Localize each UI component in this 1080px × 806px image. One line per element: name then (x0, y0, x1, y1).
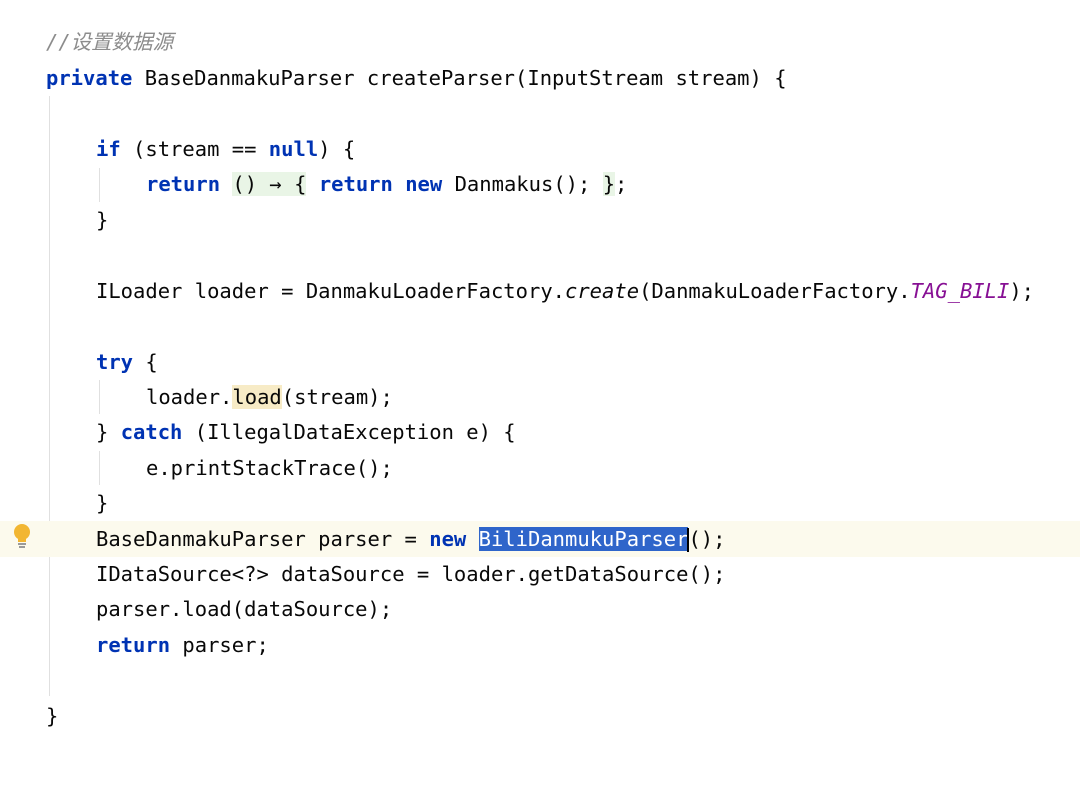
if-statement: if (stream == null) { (96, 131, 355, 167)
constant-tag-bili: TAG_BILI (910, 279, 1010, 303)
code-line-iloader[interactable]: ILoader loader = DanmakuLoaderFactory.cr… (0, 273, 1080, 309)
keyword-if: if (96, 137, 121, 161)
closing-brace: } (46, 704, 59, 728)
keyword-try: try (96, 350, 134, 374)
keyword-new: new (405, 172, 443, 196)
parser-decl-end: (); (688, 527, 726, 551)
code-line-datasource[interactable]: IDataSource<?> dataSource = loader.getDa… (0, 556, 1080, 592)
lambda-folded-arrow[interactable]: () → { (232, 172, 307, 196)
code-line-signature[interactable]: private BaseDanmakuParser createParser(I… (0, 60, 1080, 96)
static-method-create: create (565, 279, 640, 303)
iloader-start: ILoader loader = DanmakuLoaderFactory. (96, 279, 565, 303)
keyword-return: return (318, 172, 393, 196)
parser-decl-start: BaseDanmakuParser parser = (96, 527, 430, 551)
code-line-parser-load[interactable]: parser.load(dataSource); (0, 591, 1080, 627)
lambda-folded-close[interactable]: } (602, 172, 616, 196)
code-editor[interactable]: //设置数据源 private BaseDanmakuParser create… (0, 0, 1080, 740)
catch-statement: } catch (IllegalDataException e) { (96, 414, 516, 450)
comment-text: //设置数据源 (46, 30, 174, 54)
keyword-null: null (268, 137, 319, 161)
try-brace: { (133, 350, 158, 374)
loader-load-statement: loader.load(stream); (146, 379, 393, 415)
code-line-print-stack[interactable]: e.printStackTrace(); (0, 450, 1080, 486)
parser-decl-statement: BaseDanmakuParser parser = new BiliDanmu… (96, 521, 725, 557)
load-args: (stream); (281, 385, 393, 409)
code-line-comment[interactable]: //设置数据源 (0, 24, 1080, 60)
code-line-return-lambda[interactable]: return () → { return new Danmakus(); }; (0, 166, 1080, 202)
print-stack-statement: e.printStackTrace(); (146, 456, 393, 480)
parser-load-statement: parser.load(dataSource); (96, 597, 393, 621)
if-condition-end: ) { (318, 137, 356, 161)
method-load-highlighted: load (232, 385, 282, 409)
code-line-parser-decl[interactable]: BaseDanmakuParser parser = new BiliDanmu… (0, 521, 1080, 557)
keyword-catch: catch (120, 420, 183, 444)
closing-brace: } (96, 208, 109, 232)
code-line-try-close[interactable]: } (0, 485, 1080, 521)
if-condition-start: (stream == (120, 137, 269, 161)
iloader-end: ); (1009, 279, 1035, 303)
code-line-if-close[interactable]: } (0, 202, 1080, 238)
catch-brace: } (96, 420, 121, 444)
try-statement: try { (96, 344, 158, 380)
return-lambda-statement: return () → { return new Danmakus(); }; (146, 166, 627, 202)
catch-params: (IllegalDataException e) { (182, 420, 516, 444)
code-line-return-parser[interactable]: return parser; (0, 627, 1080, 663)
keyword-private: private (46, 66, 133, 90)
semicolon: ; (615, 172, 628, 196)
keyword-return: return (146, 172, 221, 196)
selected-class-name[interactable]: BiliDanmukuParser (478, 527, 689, 551)
closing-brace: } (96, 491, 109, 515)
code-line-loader-load[interactable]: loader.load(stream); (0, 379, 1080, 415)
code-line-try[interactable]: try { (0, 344, 1080, 380)
code-line-if[interactable]: if (stream == null) { (0, 131, 1080, 167)
method-signature: private BaseDanmakuParser createParser(I… (46, 60, 787, 96)
keyword-return: return (96, 633, 171, 657)
lightbulb-icon[interactable] (10, 522, 34, 550)
signature-text: BaseDanmakuParser createParser(InputStre… (132, 66, 787, 90)
code-line-catch[interactable]: } catch (IllegalDataException e) { (0, 414, 1080, 450)
code-line-method-close[interactable]: } (0, 698, 1080, 734)
keyword-new: new (429, 527, 467, 551)
return-statement: return parser; (96, 627, 269, 663)
datasource-statement: IDataSource<?> dataSource = loader.getDa… (96, 562, 726, 586)
iloader-statement: ILoader loader = DanmakuLoaderFactory.cr… (96, 273, 1034, 309)
return-value: parser; (170, 633, 269, 657)
loader-ref: loader. (146, 385, 233, 409)
iloader-mid: (DanmakuLoaderFactory. (639, 279, 911, 303)
lambda-body: Danmakus(); (442, 172, 603, 196)
